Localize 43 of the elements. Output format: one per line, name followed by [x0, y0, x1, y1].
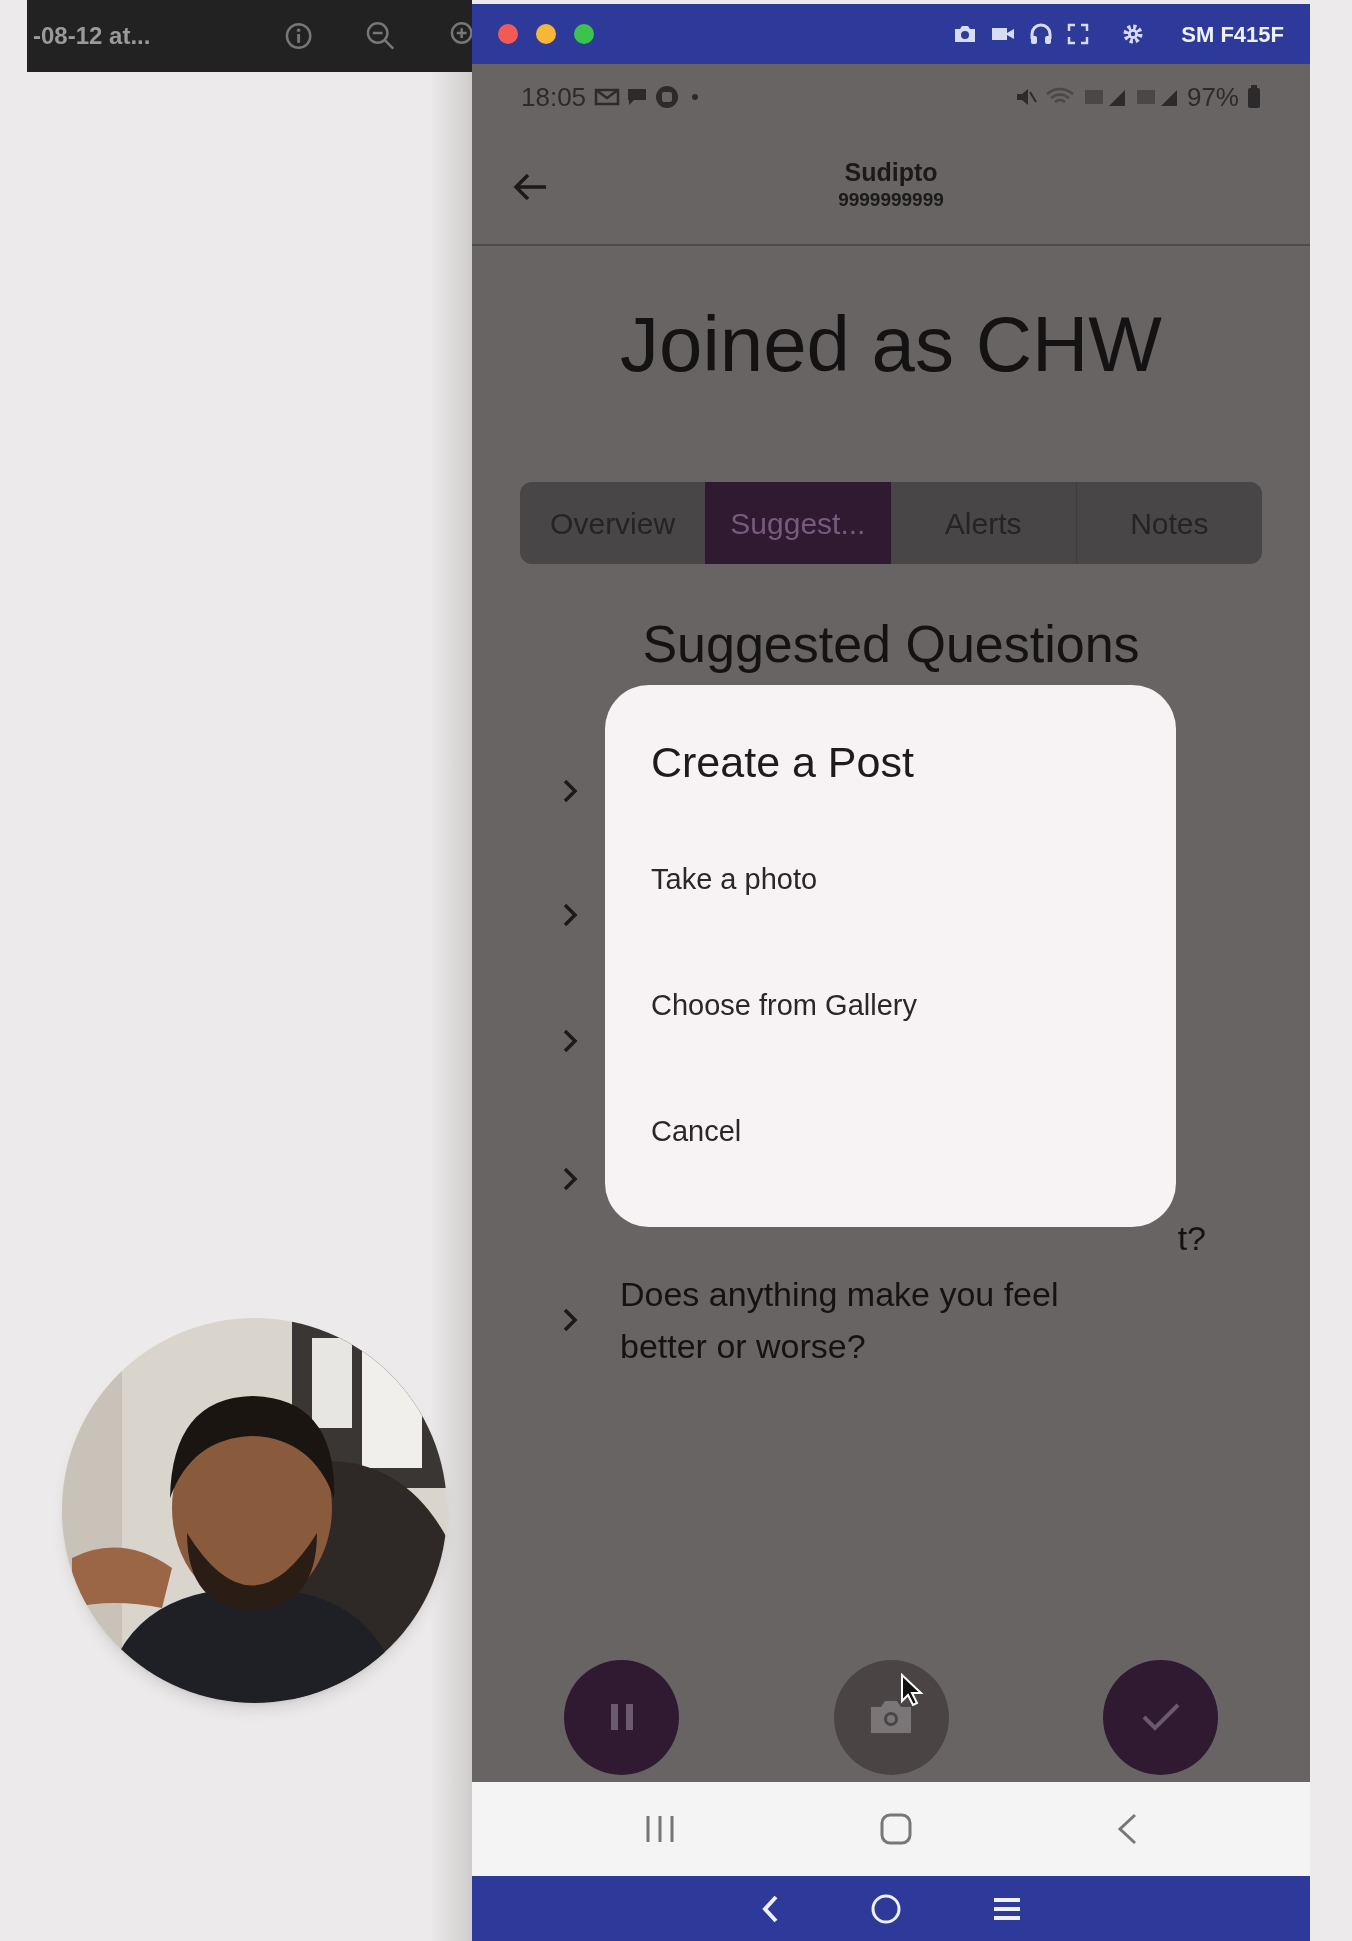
app-icon [654, 84, 681, 110]
zoom-out-icon[interactable] [365, 20, 397, 52]
maximize-button[interactable] [574, 24, 594, 44]
info-icon[interactable] [284, 21, 314, 51]
status-time: 18:05 [521, 80, 587, 114]
fullscreen-icon[interactable] [1067, 23, 1090, 45]
chevron-icon[interactable] [562, 778, 578, 804]
home-icon[interactable] [870, 1892, 902, 1925]
dialog-option[interactable]: Take a photo [651, 817, 1176, 943]
contact-phone: 9999999999 [838, 188, 944, 212]
close-button[interactable] [498, 24, 518, 44]
device-name: SM F415F [1181, 20, 1284, 49]
dialog-title: Create a Post [651, 737, 915, 787]
minimize-button[interactable] [536, 24, 556, 44]
camera-icon [869, 1699, 913, 1735]
check-icon [1140, 1702, 1181, 1732]
contact-name: Sudipto [844, 157, 938, 188]
section-title: Suggested Questions [642, 616, 1140, 672]
pause-icon [608, 1702, 635, 1732]
chevron-icon[interactable] [562, 1307, 578, 1333]
battery-icon [1247, 85, 1261, 109]
mail-icon [594, 87, 621, 107]
camera-icon[interactable] [953, 24, 978, 44]
dialog-option[interactable]: Choose from Gallery [651, 943, 1176, 1069]
back-icon[interactable] [760, 1893, 780, 1924]
tab[interactable]: Suggest... [705, 482, 891, 564]
headphones-icon[interactable] [1029, 23, 1054, 45]
chevron-icon[interactable] [562, 902, 578, 928]
chat-icon [626, 87, 649, 107]
back-arrow-icon[interactable] [512, 172, 548, 202]
mute-icon [1014, 86, 1037, 108]
back-icon[interactable] [1115, 1812, 1139, 1846]
document-title: -08-12 at... [33, 21, 152, 51]
chevron-icon[interactable] [562, 1166, 578, 1192]
chevron-icon[interactable] [562, 1028, 578, 1054]
menu-icon[interactable] [992, 1895, 1022, 1922]
page-heading: Joined as CHW [620, 299, 1162, 390]
cursor-icon [900, 1673, 924, 1707]
dialog-option[interactable]: Cancel [651, 1069, 1176, 1195]
battery-percentage: 97% [1186, 80, 1239, 114]
question-text: t? [1177, 1222, 1206, 1254]
home-icon[interactable] [879, 1812, 913, 1846]
question-text: Does anything make you feel better or worse? [620, 1274, 1060, 1367]
